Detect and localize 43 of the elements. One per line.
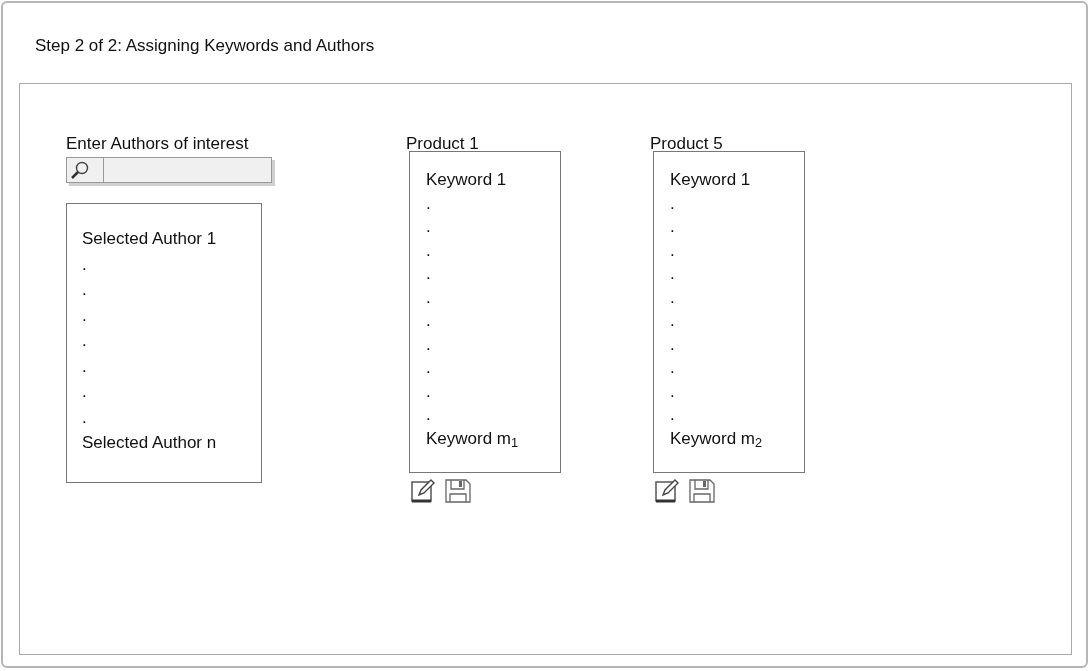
ellipsis-dot: .: [426, 239, 431, 262]
search-field[interactable]: [66, 157, 272, 183]
list-item: Keyword 1: [426, 169, 507, 191]
ellipsis-dot: .: [426, 192, 431, 215]
ellipsis-dot: .: [426, 357, 431, 379]
ellipsis-dot: .: [670, 286, 675, 309]
ellipsis-dot: .: [426, 380, 431, 403]
window-title: Step 2 of 2: Assigning Keywords and Authors: [35, 35, 375, 57]
ellipsis-dot: .: [82, 279, 87, 301]
ellipsis-dot: .: [426, 263, 431, 285]
save-icon[interactable]: [444, 478, 472, 504]
ellipsis-dot: .: [426, 216, 431, 238]
ellipsis-dot: .: [426, 310, 431, 332]
list-item: Keyword m$_{2}$: [670, 427, 763, 450]
edit-icon[interactable]: [410, 478, 436, 504]
ellipsis-dot: .: [426, 286, 431, 309]
ellipsis-dot: .: [426, 404, 431, 426]
ellipsis-dot: .: [670, 192, 675, 215]
ellipsis-dot: .: [82, 406, 87, 429]
product-title: Product 5: [650, 133, 723, 155]
ellipsis-dot: .: [670, 404, 675, 426]
ellipsis-dot: .: [82, 330, 87, 352]
ellipsis-dot: .: [670, 216, 675, 238]
ellipsis-dot: .: [670, 333, 675, 356]
ellipsis-dot: .: [82, 304, 87, 327]
ellipsis-dot: .: [670, 380, 675, 403]
list-item: Keyword m$_{1}$: [426, 427, 519, 450]
ellipsis-dot: .: [670, 310, 675, 332]
ellipsis-dot: .: [82, 355, 87, 378]
search-icon: [70, 160, 90, 180]
product-title: Product 1: [406, 133, 479, 155]
ellipsis-dot: .: [670, 263, 675, 285]
list-item: Selected Author 1: [82, 228, 217, 250]
ellipsis-dot: .: [670, 239, 675, 262]
list-item: Keyword 1: [670, 169, 751, 191]
ellipsis-dot: .: [82, 253, 87, 276]
edit-icon[interactable]: [654, 478, 680, 504]
field-label: Enter Authors of interest: [66, 133, 249, 155]
ellipsis-dot: .: [670, 357, 675, 379]
ellipsis-dot: .: [426, 333, 431, 356]
save-icon[interactable]: [688, 478, 716, 504]
ellipsis-dot: .: [82, 381, 87, 403]
list-item: Selected Author n: [82, 432, 217, 454]
